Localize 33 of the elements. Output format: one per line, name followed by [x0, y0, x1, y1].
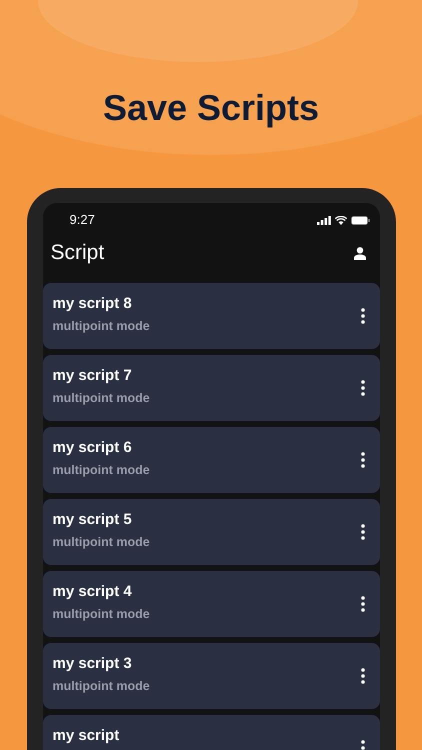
- app-title: Script: [50, 240, 104, 266]
- script-card[interactable]: my script 4 multipoint mode: [42, 571, 380, 637]
- more-options-icon[interactable]: [360, 380, 364, 396]
- script-name: my script 7: [52, 366, 133, 386]
- script-name: my script 4: [52, 582, 133, 602]
- script-card[interactable]: my script 8 multipoint mode: [42, 283, 380, 349]
- script-name: my script 6: [52, 438, 133, 458]
- more-options-icon[interactable]: [360, 308, 364, 324]
- battery-icon: [350, 216, 370, 224]
- script-mode: multipoint mode: [52, 318, 150, 335]
- script-card[interactable]: my script 5 multipoint mode: [42, 499, 380, 565]
- script-card[interactable]: my script 7 multipoint mode: [42, 355, 380, 421]
- script-card[interactable]: my script: [42, 715, 380, 750]
- script-name: my script 5: [52, 510, 133, 530]
- wifi-icon: [334, 216, 346, 224]
- signal-icon: [316, 216, 330, 224]
- more-options-icon[interactable]: [360, 596, 364, 612]
- headline: Save Scripts: [102, 86, 320, 130]
- more-options-icon[interactable]: [360, 524, 364, 540]
- script-card[interactable]: my script 6 multipoint mode: [42, 427, 380, 493]
- script-mode: multipoint mode: [52, 462, 150, 479]
- script-mode: multipoint mode: [52, 678, 150, 695]
- script-mode: multipoint mode: [52, 390, 150, 407]
- script-card[interactable]: my script 3 multipoint mode: [42, 643, 380, 709]
- profile-icon[interactable]: [354, 246, 366, 260]
- script-mode: multipoint mode: [52, 534, 150, 551]
- script-name: my script: [52, 726, 120, 746]
- more-options-icon[interactable]: [360, 668, 364, 684]
- script-name: my script 8: [52, 294, 133, 314]
- status-time: 9:27: [70, 211, 95, 230]
- more-options-icon[interactable]: [360, 452, 364, 468]
- script-mode: multipoint mode: [52, 606, 150, 623]
- script-name: my script 3: [52, 654, 133, 674]
